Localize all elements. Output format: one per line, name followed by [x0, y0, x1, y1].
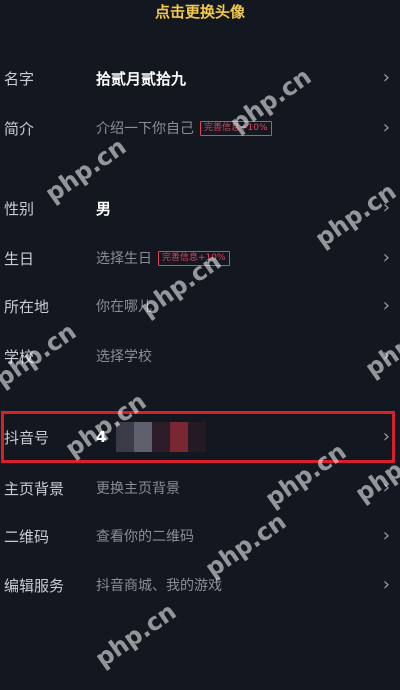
row-qr-code[interactable]: 二维码 查看你的二维码 ›	[0, 514, 400, 558]
school-value: 选择学校	[96, 349, 152, 365]
change-avatar-link[interactable]: 点击更换头像	[0, 0, 400, 26]
edit-services-value: 抖音商城、我的游戏	[96, 578, 222, 594]
location-label: 所在地	[4, 297, 50, 316]
homepage-background-value: 更换主页背景	[96, 481, 180, 497]
school-label: 学校	[4, 347, 35, 366]
row-name[interactable]: 名字 拾贰月贰拾九 ›	[0, 56, 400, 100]
location-value: 你在哪儿	[96, 299, 152, 315]
chevron-right-icon: ›	[382, 67, 390, 88]
qr-code-label: 二维码	[4, 527, 50, 546]
row-gender[interactable]: 性别 男 ›	[0, 186, 400, 230]
name-label: 名字	[4, 69, 35, 88]
homepage-background-label: 主页背景	[4, 479, 65, 498]
chevron-right-icon: ›	[382, 345, 390, 366]
row-school[interactable]: 学校 选择学校 ›	[0, 334, 400, 378]
row-birthday[interactable]: 生日 选择生日 完善信息+10% ›	[0, 236, 400, 280]
row-homepage-background[interactable]: 主页背景 更换主页背景 ›	[0, 466, 400, 510]
chevron-right-icon: ›	[382, 197, 390, 218]
bio-value: 介绍一下你自己	[96, 121, 194, 137]
name-value: 拾贰月贰拾九	[96, 69, 187, 88]
birthday-value: 选择生日	[96, 251, 152, 267]
watermark: php.cn	[90, 597, 182, 673]
chevron-right-icon: ›	[382, 525, 390, 546]
row-edit-services[interactable]: 编辑服务 抖音商城、我的游戏 ›	[0, 563, 400, 607]
qr-code-value: 查看你的二维码	[96, 529, 194, 545]
edit-services-label: 编辑服务	[4, 576, 65, 595]
row-location[interactable]: 所在地 你在哪儿 ›	[0, 284, 400, 328]
gender-label: 性别	[4, 199, 35, 218]
birthday-bonus-badge: 完善信息+10%	[158, 250, 230, 266]
chevron-right-icon: ›	[382, 574, 390, 595]
bio-label: 简介	[4, 119, 35, 138]
birthday-label: 生日	[4, 249, 35, 268]
chevron-right-icon: ›	[382, 247, 390, 268]
row-bio[interactable]: 简介 介绍一下你自己 完善信息+10% ›	[0, 106, 400, 150]
chevron-right-icon: ›	[382, 477, 390, 498]
birthday-value-group: 选择生日 完善信息+10%	[96, 248, 230, 268]
profile-edit-page: 点击更换头像 名字 拾贰月贰拾九 › 简介 介绍一下你自己 完善信息+10% ›…	[0, 0, 400, 690]
chevron-right-icon: ›	[382, 295, 390, 316]
gender-value: 男	[96, 199, 112, 218]
bio-bonus-badge: 完善信息+10%	[200, 120, 272, 136]
bio-value-group: 介绍一下你自己 完善信息+10%	[96, 118, 272, 138]
douyin-id-highlight-box	[1, 411, 395, 463]
chevron-right-icon: ›	[382, 117, 390, 138]
